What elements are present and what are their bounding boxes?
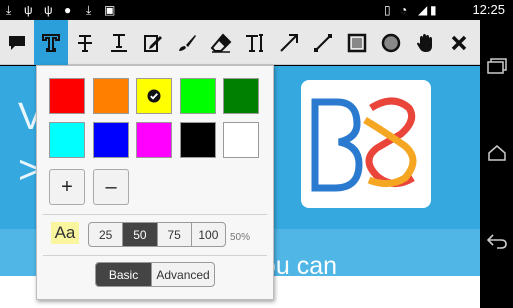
download-icon: ⤓ bbox=[6, 3, 12, 17]
home-button[interactable] bbox=[484, 142, 510, 164]
ellipse-tool-button[interactable] bbox=[374, 20, 408, 65]
clock: 12:25 bbox=[472, 2, 505, 17]
logo-mark-icon bbox=[311, 97, 417, 192]
signature-icon bbox=[144, 34, 162, 52]
size-option-50[interactable]: 50 bbox=[123, 223, 158, 246]
usb-icon: ψ bbox=[44, 3, 53, 17]
basic-mode-button[interactable]: Basic bbox=[96, 263, 152, 286]
close-tool-button[interactable] bbox=[442, 20, 476, 65]
home-icon bbox=[488, 145, 506, 161]
color-swatch[interactable] bbox=[223, 122, 259, 158]
xodo-logo bbox=[301, 80, 431, 208]
advanced-mode-button[interactable]: Advanced bbox=[151, 263, 214, 286]
recent-apps-button[interactable] bbox=[484, 55, 510, 77]
android-icon: ● bbox=[64, 3, 72, 17]
signal-icon: ◢ bbox=[418, 3, 428, 17]
line-tool-button[interactable] bbox=[306, 20, 340, 65]
briefcase-icon: ▣ bbox=[104, 3, 116, 17]
signature-tool-button[interactable] bbox=[136, 20, 170, 65]
line-icon bbox=[314, 33, 332, 52]
text-style-popup: + – Aa 25 50 75 100 50% Basic Advanced bbox=[36, 65, 274, 300]
eraser-tool-button[interactable] bbox=[204, 20, 238, 65]
rectangle-tool-button[interactable] bbox=[340, 20, 374, 65]
back-icon bbox=[486, 234, 507, 249]
color-swatch[interactable] bbox=[179, 78, 216, 114]
color-swatch[interactable] bbox=[92, 78, 129, 114]
size-percent-label: 50% bbox=[230, 232, 251, 243]
recent-apps-icon bbox=[487, 58, 507, 74]
size-option-75[interactable]: 75 bbox=[158, 223, 192, 246]
color-swatch[interactable] bbox=[136, 78, 172, 114]
text-t-icon bbox=[42, 33, 60, 52]
color-swatch[interactable] bbox=[136, 122, 172, 158]
text-cursor-tool-button[interactable] bbox=[238, 20, 272, 65]
color-swatch[interactable] bbox=[49, 122, 85, 158]
color-swatch[interactable] bbox=[179, 122, 216, 158]
comment-tool-button[interactable] bbox=[0, 20, 34, 65]
status-bar: ⤓ ψ ψ ● ⤓ ▣ ▯ ◔ ◢ ▮ 12:25 bbox=[0, 0, 513, 20]
color-swatch[interactable] bbox=[92, 122, 129, 158]
font-size-preview: Aa bbox=[51, 222, 79, 244]
arrow-tool-button[interactable] bbox=[272, 20, 306, 65]
comment-icon bbox=[9, 35, 25, 50]
download-icon: ⤓ bbox=[86, 3, 92, 17]
underline-tool-button[interactable] bbox=[102, 20, 136, 65]
navigation-bar bbox=[480, 20, 513, 308]
eraser-icon bbox=[210, 33, 232, 53]
font-size-selector: 25 50 75 100 bbox=[88, 222, 226, 247]
back-button[interactable] bbox=[484, 230, 510, 252]
checkmark-icon bbox=[147, 89, 161, 103]
decrease-button[interactable]: – bbox=[93, 169, 129, 205]
pen-tool-button[interactable] bbox=[170, 20, 204, 65]
rectangle-icon bbox=[347, 33, 367, 52]
text-tool-button[interactable] bbox=[34, 20, 68, 65]
size-option-100[interactable]: 100 bbox=[192, 223, 225, 246]
strikeout-icon bbox=[78, 34, 92, 52]
color-swatch[interactable] bbox=[49, 78, 85, 114]
close-icon bbox=[451, 35, 467, 50]
underline-icon bbox=[111, 33, 127, 52]
arrow-icon bbox=[280, 33, 298, 52]
strikeout-tool-button[interactable] bbox=[68, 20, 102, 65]
wifi-icon: ◔ bbox=[400, 3, 408, 17]
ellipse-icon bbox=[381, 33, 401, 52]
divider bbox=[43, 214, 267, 215]
mode-selector: Basic Advanced bbox=[95, 262, 215, 287]
usb-icon: ψ bbox=[24, 3, 33, 17]
pan-tool-button[interactable] bbox=[408, 20, 442, 65]
battery-icon: ▮ bbox=[430, 3, 437, 17]
color-swatch[interactable] bbox=[223, 78, 259, 114]
hand-icon bbox=[417, 33, 432, 52]
annotation-toolbar bbox=[0, 20, 480, 65]
increase-button[interactable]: + bbox=[49, 169, 85, 205]
text-cursor-icon bbox=[246, 33, 263, 52]
vibrate-icon: ▯ bbox=[384, 3, 391, 17]
divider bbox=[43, 255, 267, 256]
brush-icon bbox=[179, 34, 196, 51]
size-option-25[interactable]: 25 bbox=[89, 223, 124, 246]
app-screen: V > ou can + – Aa 25 50 75 100 50% Basic… bbox=[0, 0, 480, 308]
